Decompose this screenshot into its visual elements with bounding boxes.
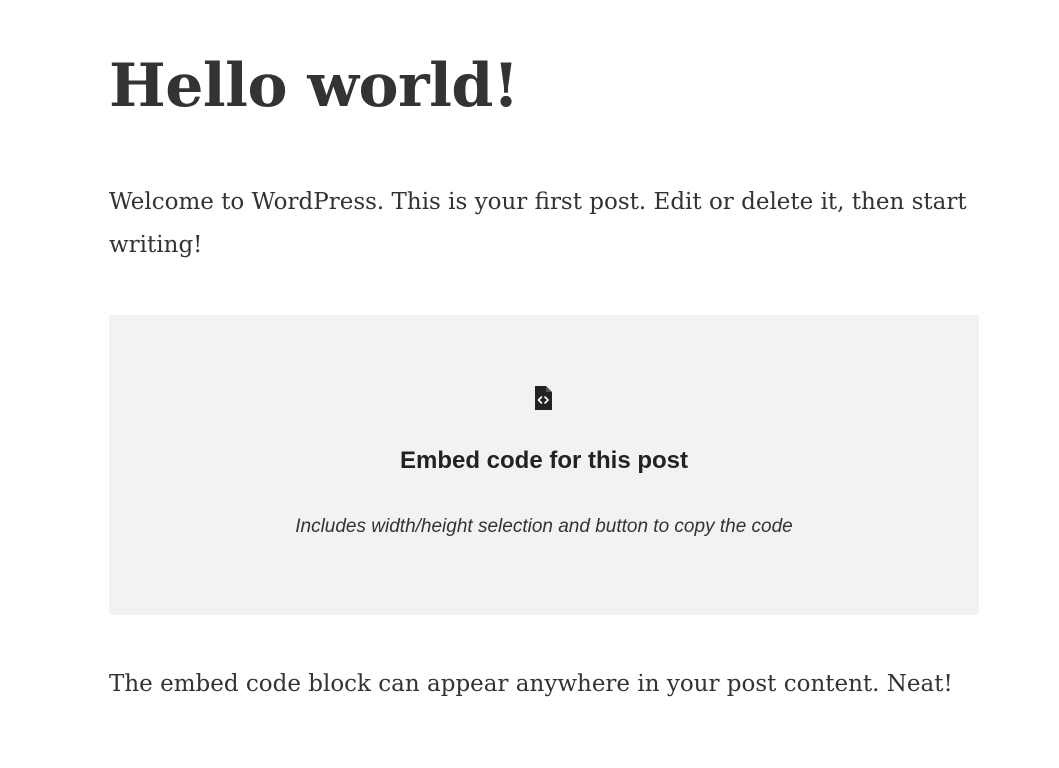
file-code-icon bbox=[534, 386, 552, 410]
embed-block-description: Includes width/height selection and butt… bbox=[295, 516, 793, 537]
post-intro-paragraph: Welcome to WordPress. This is your first… bbox=[109, 189, 967, 258]
embed-code-block: Embed code for this post Includes width/… bbox=[109, 315, 979, 615]
embed-block-heading: Embed code for this post bbox=[399, 447, 689, 474]
post-title: Hello world! bbox=[109, 51, 519, 121]
post-outro-paragraph: The embed code block can appear anywhere… bbox=[109, 671, 953, 697]
